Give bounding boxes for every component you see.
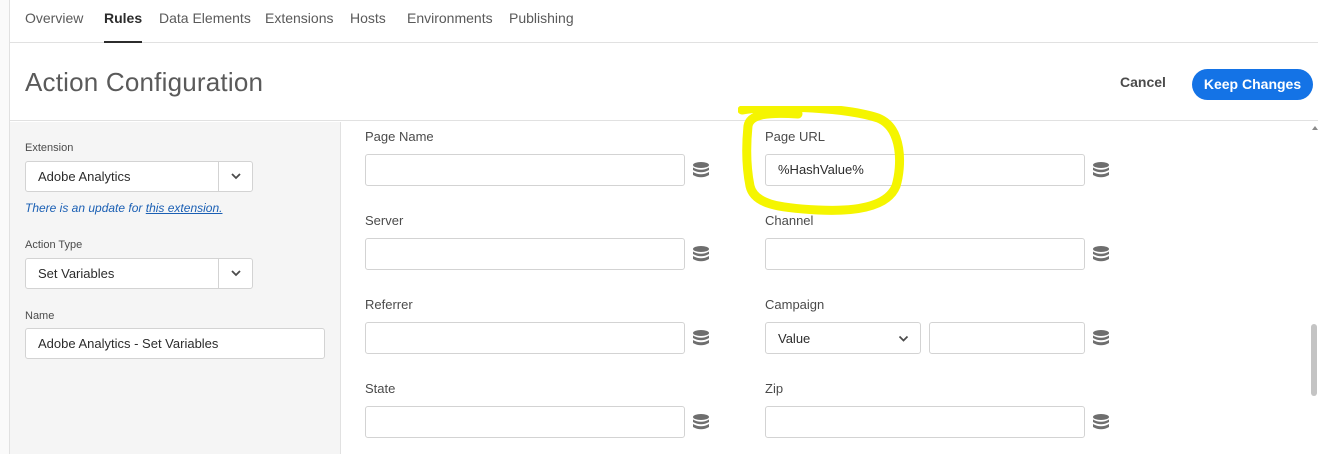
scroll-up-arrow-icon[interactable] [1312, 126, 1318, 130]
scrollbar-thumb[interactable] [1311, 324, 1317, 396]
zip-label: Zip [765, 381, 784, 396]
state-input[interactable] [365, 406, 685, 438]
campaign-type-select[interactable]: Value [765, 322, 921, 354]
name-input[interactable]: Adobe Analytics - Set Variables [25, 328, 325, 359]
tab-data-elements[interactable]: Data Elements [159, 0, 251, 43]
data-element-icon[interactable] [692, 161, 710, 179]
campaign-input[interactable] [929, 322, 1085, 354]
tab-publishing[interactable]: Publishing [509, 0, 574, 43]
chevron-down-icon [898, 335, 909, 342]
name-label: Name [25, 310, 55, 322]
extension-select[interactable]: Adobe Analytics [25, 161, 253, 192]
referrer-label: Referrer [365, 297, 413, 312]
server-label: Server [365, 213, 404, 228]
campaign-label: Campaign [765, 297, 825, 312]
data-element-icon[interactable] [692, 329, 710, 347]
tab-overview[interactable]: Overview [25, 0, 83, 43]
campaign-type-value: Value [778, 331, 811, 346]
select-divider [218, 162, 219, 191]
zip-input[interactable] [765, 406, 1085, 438]
scrollbar-track[interactable] [1310, 122, 1318, 454]
data-element-icon[interactable] [1092, 245, 1110, 263]
tab-rules[interactable]: Rules [104, 0, 143, 43]
page-name-input[interactable] [365, 154, 685, 186]
channel-input[interactable] [765, 238, 1085, 270]
page-title: Action Configuration [25, 67, 264, 97]
tab-hosts[interactable]: Hosts [350, 0, 386, 43]
state-label: State [365, 381, 396, 396]
cancel-button[interactable]: Cancel [1120, 74, 1166, 90]
update-extension-link[interactable]: this extension. [146, 201, 223, 215]
data-element-icon[interactable] [1092, 413, 1110, 431]
page-url-label: Page URL [765, 129, 825, 144]
server-input[interactable] [365, 238, 685, 270]
chevron-down-icon [231, 173, 241, 180]
action-type-label: Action Type [25, 239, 83, 251]
page-name-label: Page Name [365, 129, 434, 144]
variables-form: Page Name Page URL %HashValue% Server Ch… [341, 106, 1318, 454]
top-nav: Overview Rules Data Elements Extensions … [10, 0, 1318, 43]
page-url-input[interactable]: %HashValue% [765, 154, 1085, 186]
data-element-icon[interactable] [692, 413, 710, 431]
data-element-icon[interactable] [692, 245, 710, 263]
left-rail [0, 0, 10, 454]
tab-extensions[interactable]: Extensions [265, 0, 333, 43]
side-panel: Extension Adobe Analytics There is an up… [10, 122, 341, 454]
extension-select-value: Adobe Analytics [38, 169, 131, 184]
action-type-select[interactable]: Set Variables [25, 258, 253, 289]
keep-changes-button[interactable]: Keep Changes [1192, 69, 1313, 100]
referrer-input[interactable] [365, 322, 685, 354]
update-note-text: There is an update for [25, 201, 146, 215]
chevron-down-icon [231, 270, 241, 277]
extension-label: Extension [25, 142, 74, 154]
data-element-icon[interactable] [1092, 329, 1110, 347]
update-note: There is an update for this extension. [25, 201, 222, 215]
channel-label: Channel [765, 213, 814, 228]
tab-environments[interactable]: Environments [407, 0, 493, 43]
data-element-icon[interactable] [1092, 161, 1110, 179]
page-header: Action Configuration Cancel Keep Changes [10, 43, 1318, 121]
action-type-select-value: Set Variables [38, 266, 115, 281]
select-divider [218, 259, 219, 288]
